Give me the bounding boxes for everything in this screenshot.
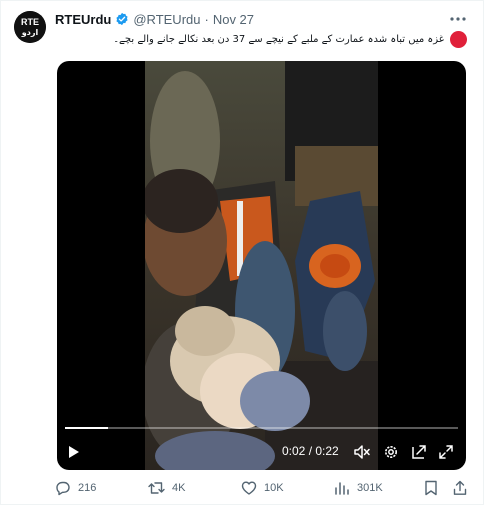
red-circle-emoji-icon [450,30,467,48]
heart-icon [241,481,257,495]
verified-badge-icon [116,12,128,26]
repost-count: 4K [172,482,186,494]
settings-gear-icon[interactable] [382,441,400,463]
views-chart-icon [335,482,349,495]
separator-dot: · [204,11,209,27]
tweet-body: غزہ میں تباہ شدہ عمارت کے ملبے کے نیچے س… [113,30,467,48]
mute-icon[interactable] [353,441,371,463]
repost-button[interactable]: 4K [148,479,185,497]
share-icon [453,480,467,495]
play-icon[interactable] [65,441,83,463]
video-progress-bar[interactable] [65,427,458,429]
rte-logo-icon: RTE اردو [14,11,46,43]
bookmark-button[interactable] [424,479,438,497]
video-controls: 0:02 / 0:22 [57,441,466,463]
fullscreen-icon[interactable] [437,441,455,463]
bookmark-icon [425,480,437,496]
rescue-scene-image [145,61,378,470]
picture-in-picture-icon[interactable] [410,441,428,463]
reply-button[interactable]: 216 [55,479,96,497]
video-player[interactable]: 1lar 0:02 / 0:22 [57,61,466,470]
like-count: 10K [264,482,284,494]
repost-icon [148,482,165,494]
video-frame[interactable]: 1lar [145,61,378,470]
tweet-card: RTE اردو RTEUrdu @RTEUrdu · Nov 27 غزہ م… [0,0,484,505]
tweet-date[interactable]: Nov 27 [213,12,254,27]
tweet-header: RTEUrdu @RTEUrdu · Nov 27 [55,11,254,27]
views-button[interactable]: 301K [334,479,383,497]
share-button[interactable] [452,479,468,497]
avatar[interactable]: RTE اردو [14,11,46,43]
author-handle[interactable]: @RTEUrdu [133,12,200,27]
views-count: 301K [357,482,383,494]
avatar-text-top: RTE [21,17,39,27]
video-time: 0:02 / 0:22 [282,444,339,458]
video-progress-fill [65,427,109,429]
tweet-text: غزہ میں تباہ شدہ عمارت کے ملبے کے نیچے س… [113,33,444,45]
avatar-text-bottom: اردو [21,28,39,37]
reply-icon [56,481,70,496]
more-options-icon[interactable] [447,10,469,28]
reply-count: 216 [78,482,97,494]
like-button[interactable]: 10K [241,479,284,497]
author-name[interactable]: RTEUrdu [55,12,111,27]
action-bar: 216 4K 10K 301K [55,479,473,497]
